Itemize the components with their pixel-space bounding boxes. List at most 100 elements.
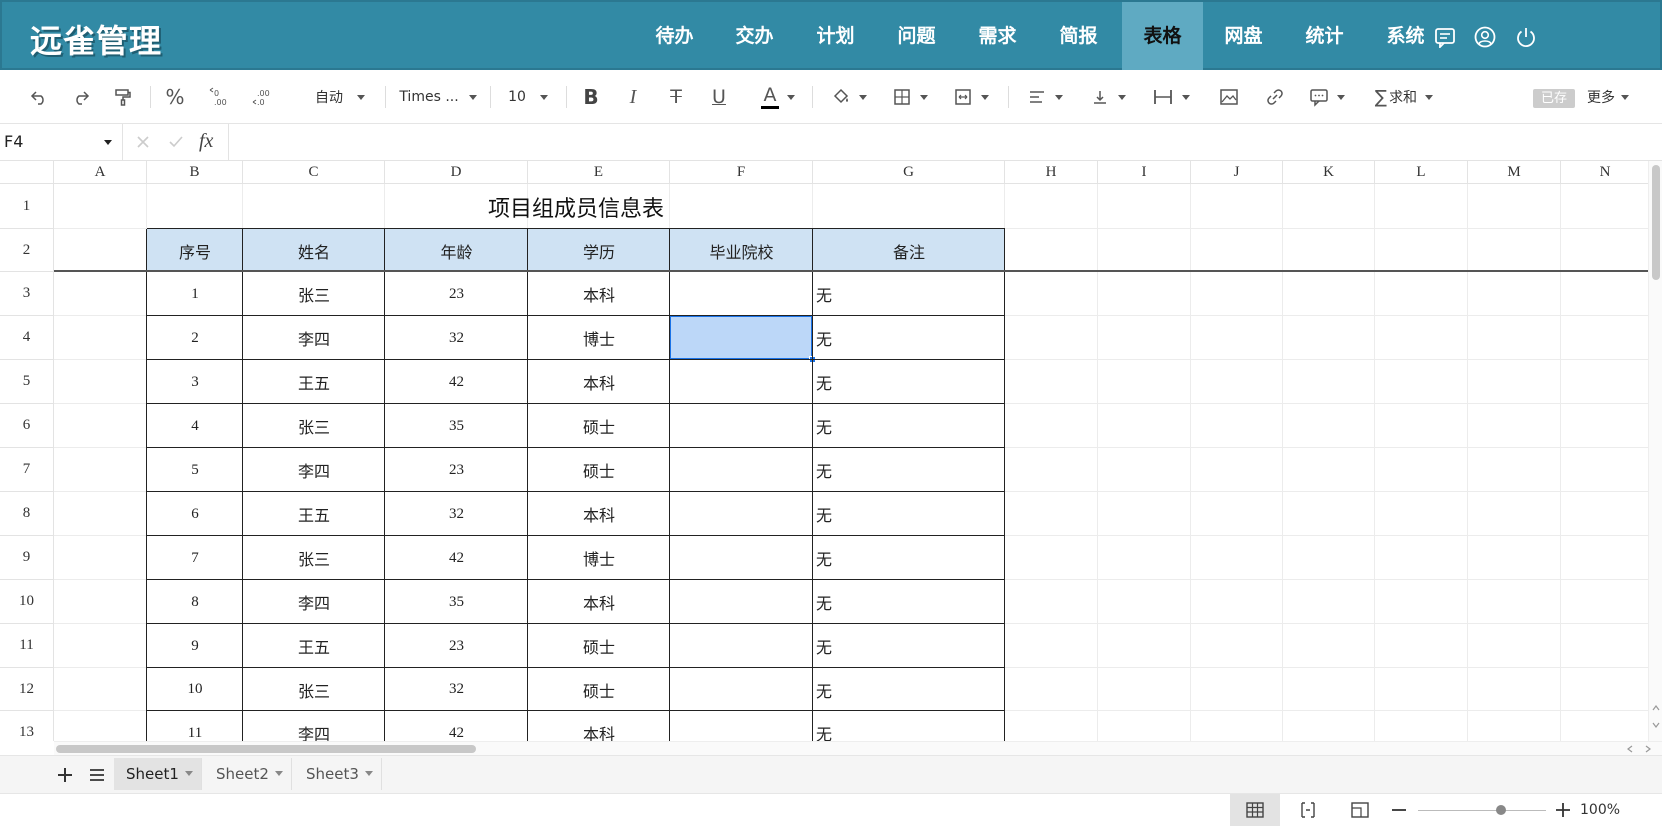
page-break-view-button[interactable] xyxy=(1290,794,1326,826)
table-cell[interactable]: 张三 xyxy=(243,404,385,448)
nav-item[interactable]: 简报 xyxy=(1038,2,1119,70)
row-header[interactable]: 5 xyxy=(0,360,54,404)
table-cell[interactable]: 王五 xyxy=(243,624,385,668)
zoom-slider-knob[interactable] xyxy=(1496,805,1507,815)
zoom-slider-track[interactable] xyxy=(1418,810,1546,811)
table-cell[interactable]: 王五 xyxy=(243,360,385,404)
row-header[interactable]: 12 xyxy=(0,668,54,711)
table-cell[interactable]: 32 xyxy=(385,492,528,536)
strikethrough-button[interactable]: T xyxy=(661,70,691,124)
confirm-icon[interactable] xyxy=(168,135,184,149)
table-cell[interactable]: 2 xyxy=(147,316,243,360)
horizontal-align-button[interactable] xyxy=(1022,70,1068,124)
cancel-icon[interactable] xyxy=(136,135,150,149)
table-cell[interactable]: 8 xyxy=(147,580,243,624)
nav-item[interactable]: 表格 xyxy=(1122,2,1203,70)
scroll-down-icon[interactable] xyxy=(1652,721,1660,729)
table-cell[interactable]: 硕士 xyxy=(528,624,670,668)
chevron-down-icon[interactable] xyxy=(275,771,283,776)
column-header[interactable]: H xyxy=(1005,161,1098,184)
increase-decimal-button[interactable]: .00.0 xyxy=(248,70,278,124)
table-cell[interactable] xyxy=(670,580,813,624)
table-cell[interactable]: 42 xyxy=(385,711,528,741)
vertical-align-button[interactable] xyxy=(1085,70,1131,124)
table-cell[interactable]: 3 xyxy=(147,360,243,404)
undo-button[interactable] xyxy=(24,70,54,124)
scroll-up-icon[interactable] xyxy=(1652,704,1660,712)
percent-button[interactable]: % xyxy=(160,70,190,124)
font-size-select[interactable]: 10 xyxy=(500,70,556,124)
table-cell[interactable] xyxy=(670,668,813,711)
column-header[interactable]: A xyxy=(54,161,147,184)
table-header-cell[interactable]: 年龄 xyxy=(385,229,528,272)
chevron-down-icon[interactable] xyxy=(185,771,193,776)
table-cell[interactable] xyxy=(670,448,813,492)
table-cell[interactable]: 李四 xyxy=(243,711,385,741)
table-cell[interactable]: 35 xyxy=(385,580,528,624)
column-header[interactable]: N xyxy=(1561,161,1650,184)
row-header[interactable]: 8 xyxy=(0,492,54,536)
table-cell[interactable]: 无 xyxy=(813,668,1005,711)
column-header[interactable]: E xyxy=(528,161,670,184)
table-cell[interactable] xyxy=(670,272,813,316)
column-header[interactable]: D xyxy=(385,161,528,184)
table-cell[interactable]: 无 xyxy=(813,580,1005,624)
nav-item[interactable]: 问题 xyxy=(876,2,957,70)
column-header[interactable]: M xyxy=(1468,161,1561,184)
zoom-out-button[interactable] xyxy=(1386,794,1412,826)
borders-button[interactable] xyxy=(887,70,933,124)
table-cell[interactable] xyxy=(670,360,813,404)
table-cell[interactable]: 硕士 xyxy=(528,404,670,448)
power-icon[interactable] xyxy=(1515,26,1537,48)
more-button[interactable]: 更多 xyxy=(1580,70,1636,124)
table-header-cell[interactable]: 序号 xyxy=(147,229,243,272)
table-cell[interactable]: 42 xyxy=(385,360,528,404)
row-header[interactable]: 7 xyxy=(0,448,54,492)
zoom-in-button[interactable] xyxy=(1550,794,1576,826)
cell-name-box[interactable]: F4 xyxy=(4,132,114,154)
table-cell[interactable]: 张三 xyxy=(243,536,385,580)
row-header[interactable]: 3 xyxy=(0,272,54,316)
user-icon[interactable] xyxy=(1474,26,1496,48)
row-header[interactable]: 6 xyxy=(0,404,54,448)
table-cell[interactable]: 4 xyxy=(147,404,243,448)
nav-item[interactable]: 交办 xyxy=(714,2,795,70)
insert-comment-button[interactable] xyxy=(1304,70,1350,124)
table-cell[interactable]: 硕士 xyxy=(528,668,670,711)
table-header-cell[interactable]: 学历 xyxy=(528,229,670,272)
table-cell[interactable]: 无 xyxy=(813,272,1005,316)
table-cell[interactable]: 李四 xyxy=(243,316,385,360)
nav-item[interactable]: 待办 xyxy=(634,2,715,70)
bold-button[interactable]: B xyxy=(576,70,606,124)
fill-color-button[interactable] xyxy=(826,70,872,124)
decrease-decimal-button[interactable]: 0.00 xyxy=(205,70,235,124)
sheet-tab[interactable]: Sheet3 xyxy=(294,758,382,790)
nav-item[interactable]: 计划 xyxy=(795,2,876,70)
scroll-left-icon[interactable] xyxy=(1626,745,1634,753)
table-cell[interactable]: 32 xyxy=(385,668,528,711)
horizontal-scrollbar[interactable] xyxy=(54,741,1662,755)
normal-view-button[interactable] xyxy=(1230,794,1280,826)
table-cell[interactable]: 无 xyxy=(813,492,1005,536)
table-cell[interactable]: 博士 xyxy=(528,316,670,360)
font-color-button[interactable]: A xyxy=(755,70,801,124)
column-header[interactable]: C xyxy=(243,161,385,184)
vertical-scrollbar[interactable] xyxy=(1648,161,1662,741)
table-cell[interactable]: 本科 xyxy=(528,580,670,624)
table-cell[interactable]: 42 xyxy=(385,536,528,580)
scroll-right-icon[interactable] xyxy=(1644,745,1652,753)
row-header[interactable]: 10 xyxy=(0,580,54,624)
underline-button[interactable]: U xyxy=(704,70,734,124)
row-header[interactable]: 4 xyxy=(0,316,54,360)
table-cell[interactable]: 23 xyxy=(385,272,528,316)
table-header-cell[interactable]: 备注 xyxy=(813,229,1005,272)
row-header[interactable]: 11 xyxy=(0,624,54,668)
table-cell[interactable]: 本科 xyxy=(528,272,670,316)
table-cell[interactable]: 博士 xyxy=(528,536,670,580)
nav-item[interactable]: 统计 xyxy=(1284,2,1365,70)
table-header-cell[interactable]: 姓名 xyxy=(243,229,385,272)
vertical-scroll-thumb[interactable] xyxy=(1652,165,1660,280)
table-cell[interactable]: 本科 xyxy=(528,360,670,404)
column-header[interactable]: G xyxy=(813,161,1005,184)
column-header[interactable]: K xyxy=(1283,161,1375,184)
